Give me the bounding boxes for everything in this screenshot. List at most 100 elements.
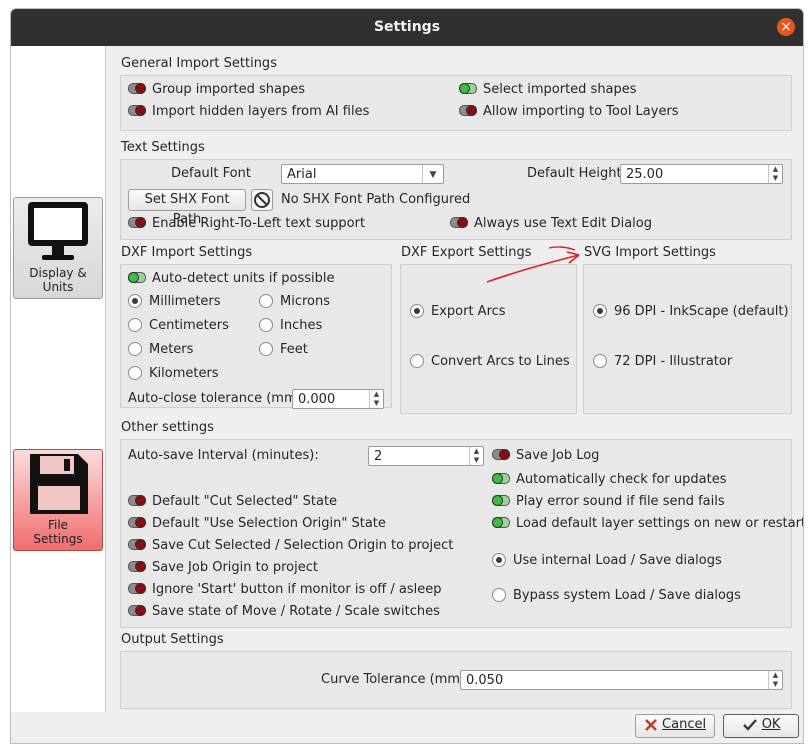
toggle-on-icon xyxy=(492,473,510,484)
radio-internal-dialogs[interactable]: Use internal Load / Save dialogs xyxy=(492,552,722,570)
toggle-label: Select imported shapes xyxy=(483,82,637,97)
ok-button[interactable]: OK xyxy=(723,714,799,738)
radio-label: Convert Arcs to Lines xyxy=(431,354,570,369)
default-font-select[interactable]: Arial ▼ xyxy=(281,164,444,184)
group-shapes-toggle[interactable]: Group imported shapes xyxy=(128,81,305,99)
radio-meters[interactable]: Meters xyxy=(128,341,193,359)
toggle-label: Save Job Log xyxy=(516,448,600,463)
toggle-label: Always use Text Edit Dialog xyxy=(474,216,652,231)
toggle-label: Save state of Move / Rotate / Scale swit… xyxy=(152,604,440,619)
radio-inches[interactable]: Inches xyxy=(259,317,322,335)
play-error-sound-toggle[interactable]: Play error sound if file send fails xyxy=(492,493,725,511)
general-import-title: General Import Settings xyxy=(121,56,277,71)
cancel-x-icon xyxy=(645,718,657,731)
toggle-off-icon xyxy=(128,495,146,506)
autosave-interval-label: Auto-save Interval (minutes): xyxy=(128,448,319,463)
close-icon: × xyxy=(780,19,792,35)
radio-label: Feet xyxy=(280,342,308,357)
radio-72-dpi[interactable]: 72 DPI - Illustrator xyxy=(593,353,732,371)
cancel-button[interactable]: Cancel xyxy=(635,714,715,738)
toggle-label: Play error sound if file send fails xyxy=(516,494,725,509)
save-job-origin-toggle[interactable]: Save Job Origin to project xyxy=(128,559,318,577)
set-shx-font-path-button[interactable]: Set SHX Font Path xyxy=(128,189,246,227)
radio-bypass-dialogs[interactable]: Bypass system Load / Save dialogs xyxy=(492,587,741,605)
ignore-start-toggle[interactable]: Ignore 'Start' button if monitor is off … xyxy=(128,581,442,599)
toggle-label: Save Job Origin to project xyxy=(152,560,318,575)
sidebar-item-label: File Settings xyxy=(33,518,83,546)
use-selection-origin-toggle[interactable]: Default "Use Selection Origin" State xyxy=(128,515,386,533)
toggle-off-icon xyxy=(128,517,146,528)
load-default-layer-toggle[interactable]: Load default layer settings on new or re… xyxy=(492,515,804,533)
ok-label: OK xyxy=(761,717,781,732)
svg-import-group: 96 DPI - InkScape (default) 72 DPI - Ill… xyxy=(583,264,792,414)
auto-detect-units-toggle[interactable]: Auto-detect units if possible xyxy=(128,270,334,288)
autosave-value: 2 xyxy=(374,449,383,464)
toggle-off-icon xyxy=(459,105,477,116)
autosave-interval-input[interactable]: 2 ▲ ▼ xyxy=(368,446,484,466)
output-settings-title: Output Settings xyxy=(121,632,224,647)
radio-96-dpi[interactable]: 96 DPI - InkScape (default) xyxy=(593,303,789,321)
always-edit-dialog-toggle[interactable]: Always use Text Edit Dialog xyxy=(450,215,652,233)
radio-icon xyxy=(128,365,142,380)
close-button[interactable]: × xyxy=(777,18,795,36)
radio-selected-icon xyxy=(128,293,142,308)
radio-millimeters[interactable]: Millimeters xyxy=(128,293,221,311)
save-job-log-toggle[interactable]: Save Job Log xyxy=(492,447,599,465)
toggle-label: Automatically check for updates xyxy=(516,472,727,487)
toggle-label: Save Cut Selected / Selection Origin to … xyxy=(152,538,454,553)
select-shapes-toggle[interactable]: Select imported shapes xyxy=(459,81,637,99)
toggle-label: Enable Right-To-Left text support xyxy=(152,216,366,231)
toggle-off-icon xyxy=(128,583,146,594)
save-switch-state-toggle[interactable]: Save state of Move / Rotate / Scale swit… xyxy=(128,603,440,621)
curve-tolerance-input[interactable]: 0.050 ▲ ▼ xyxy=(460,670,783,690)
toggle-label: Default "Cut Selected" State xyxy=(152,494,338,509)
toggle-label: Load default layer settings on new or re… xyxy=(516,516,804,531)
toggle-on-icon xyxy=(459,83,477,94)
auto-close-tolerance-input[interactable]: 0.000 ▲ ▼ xyxy=(292,389,384,409)
toggle-off-icon xyxy=(128,605,146,616)
text-settings-group: Default Font Arial ▼ Default Height 25.00… xyxy=(120,159,792,240)
toggle-off-icon xyxy=(128,561,146,572)
cut-selected-toggle[interactable]: Default "Cut Selected" State xyxy=(128,493,337,511)
sidebar-item-label: Display & Units xyxy=(29,266,87,294)
radio-icon xyxy=(492,587,506,602)
auto-check-updates-toggle[interactable]: Automatically check for updates xyxy=(492,471,726,489)
sidebar-item-file-settings[interactable]: File Settings xyxy=(13,449,103,551)
other-settings-group: Auto-save Interval (minutes): 2 ▲ ▼ Save J… xyxy=(120,439,803,628)
toggle-on-icon xyxy=(128,272,146,283)
dialog-footer: Cancel OK xyxy=(11,712,803,743)
toggle-label: Default "Use Selection Origin" State xyxy=(152,516,386,531)
radio-label: 96 DPI - InkScape (default) xyxy=(614,304,789,319)
radio-label: Bypass system Load / Save dialogs xyxy=(513,588,741,603)
spin-arrows-icon: ▲ ▼ xyxy=(469,447,483,465)
radio-export-arcs[interactable]: Export Arcs xyxy=(410,303,506,321)
radio-icon xyxy=(259,317,273,332)
default-height-input[interactable]: 25.00 ▲ ▼ xyxy=(620,164,783,184)
radio-kilometers[interactable]: Kilometers xyxy=(128,365,219,383)
rtl-toggle[interactable]: Enable Right-To-Left text support xyxy=(128,215,365,233)
radio-selected-icon xyxy=(410,303,424,318)
general-import-group: Group imported shapes Select imported sh… xyxy=(120,75,792,131)
radio-selected-icon xyxy=(492,552,506,567)
tool-layers-toggle[interactable]: Allow importing to Tool Layers xyxy=(459,103,679,121)
sidebar-item-display-units[interactable]: Display & Units xyxy=(13,197,103,299)
tolerance-value: 0.000 xyxy=(298,392,336,407)
floppy-disk-icon xyxy=(30,454,88,514)
radio-label: Microns xyxy=(280,294,331,309)
import-hidden-toggle[interactable]: Import hidden layers from AI files xyxy=(128,103,369,121)
radio-feet[interactable]: Feet xyxy=(259,341,308,359)
sidebar: Display & Units File Settings xyxy=(11,46,106,712)
radio-label: Centimeters xyxy=(149,318,229,333)
toggle-off-icon xyxy=(128,217,146,228)
radio-centimeters[interactable]: Centimeters xyxy=(128,317,229,335)
radio-icon xyxy=(259,293,273,308)
shx-status-text: No SHX Font Path Configured xyxy=(281,192,471,207)
save-cut-selected-toggle[interactable]: Save Cut Selected / Selection Origin to … xyxy=(128,537,453,555)
radio-convert-arcs[interactable]: Convert Arcs to Lines xyxy=(410,353,570,371)
radio-label: Inches xyxy=(280,318,323,333)
radio-microns[interactable]: Microns xyxy=(259,293,330,311)
toggle-label: Auto-detect units if possible xyxy=(152,271,335,286)
dxf-import-group: Auto-detect units if possible Millimeter… xyxy=(120,264,392,409)
default-height-value: 25.00 xyxy=(626,167,664,182)
monitor-icon xyxy=(28,202,88,260)
